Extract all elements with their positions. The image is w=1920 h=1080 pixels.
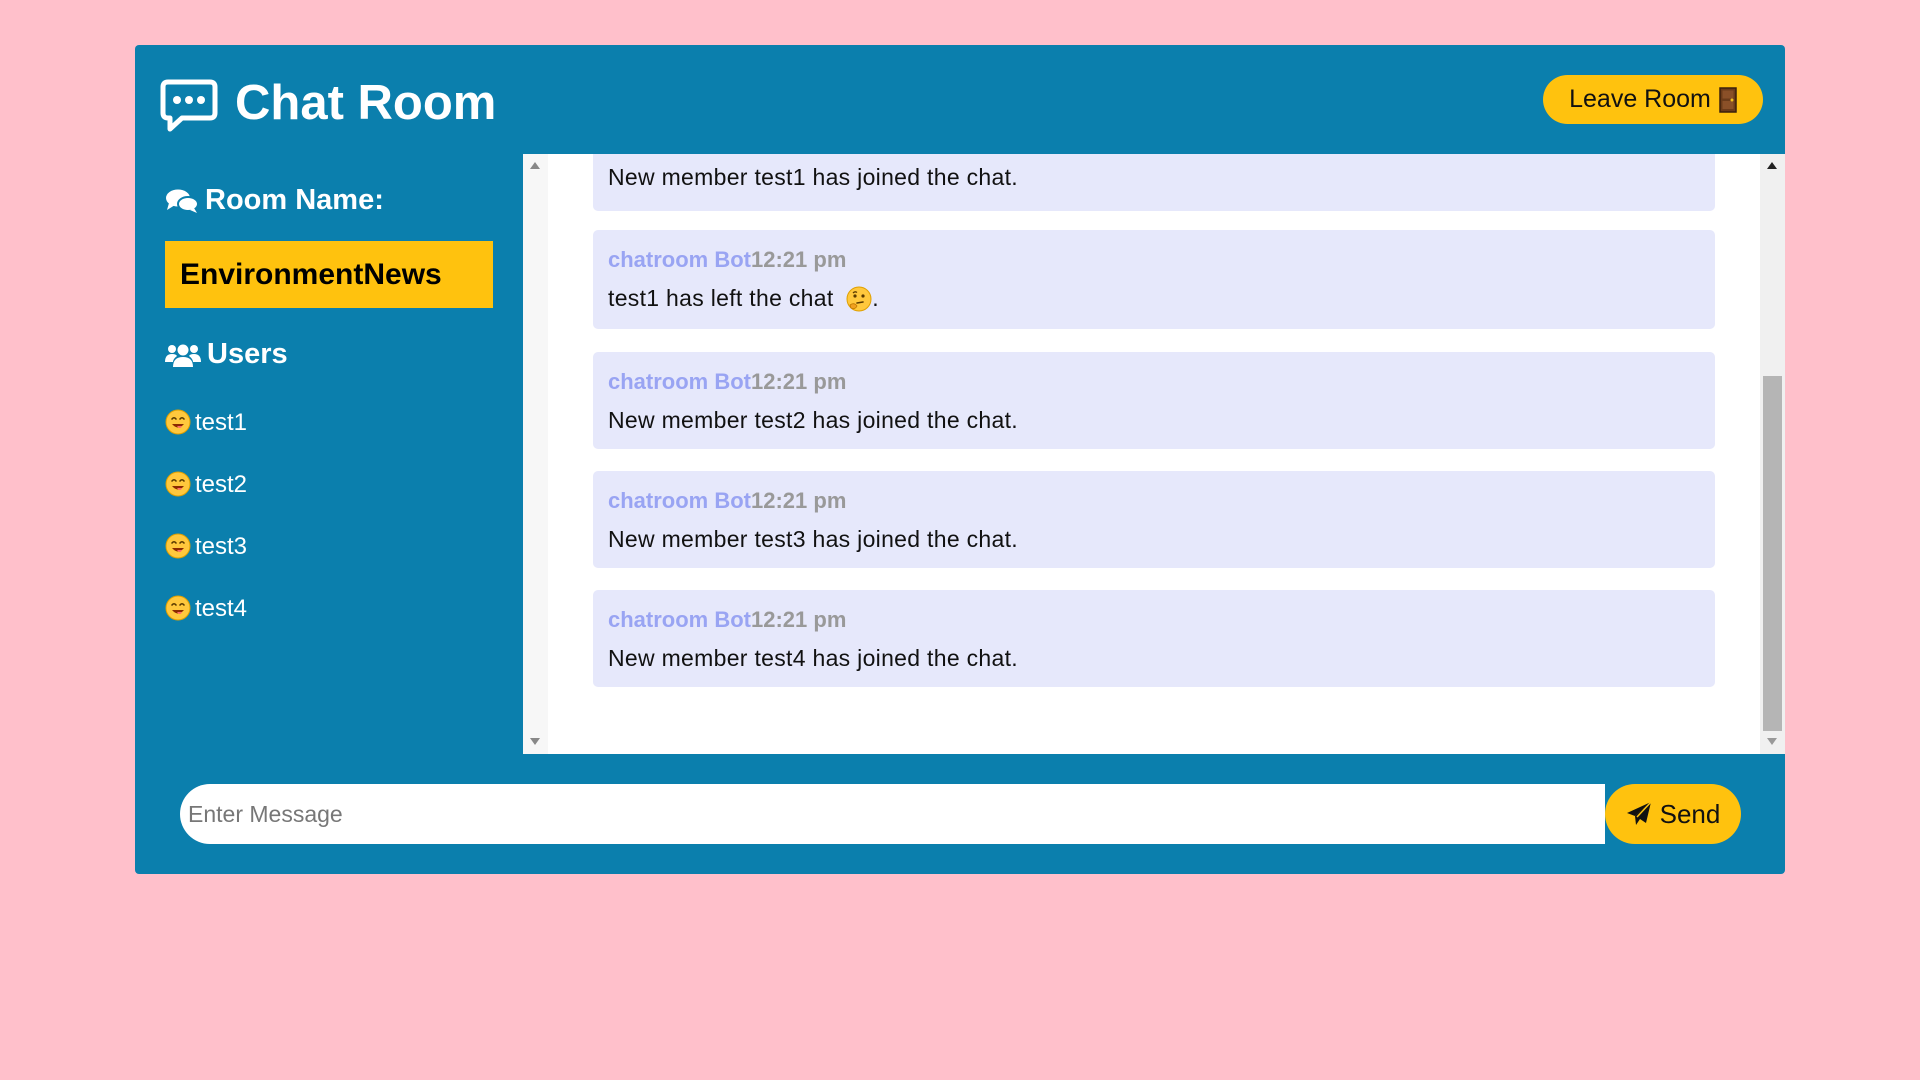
message-text: New member test2 has joined the chat. bbox=[608, 407, 1018, 433]
message-text: New member test4 has joined the chat. bbox=[608, 645, 1018, 671]
message-item: New member test1 has joined the chat. bbox=[593, 154, 1715, 211]
message-text: New member test1 has joined the chat. bbox=[608, 164, 1018, 190]
chat-messages-panel[interactable]: New member test1 has joined the chat. ch… bbox=[523, 154, 1785, 754]
user-name: test3 bbox=[195, 533, 248, 560]
message-item: chatroom Bot12:21 pm New member test2 ha… bbox=[593, 352, 1715, 449]
leave-room-label: Leave Room bbox=[1569, 85, 1711, 113]
user-name: test1 bbox=[195, 409, 248, 436]
room-name-value: EnvironmentNews bbox=[165, 241, 493, 308]
app-title: Chat Room bbox=[235, 76, 497, 130]
message-text: New member test3 has joined the chat. bbox=[608, 526, 1018, 552]
left-scrollbar[interactable] bbox=[523, 154, 548, 754]
smiling-face-icon bbox=[165, 409, 191, 435]
send-label: Send bbox=[1659, 798, 1721, 829]
comments-icon bbox=[166, 189, 199, 213]
message-item: chatroom Bot12:21 pm New member test4 ha… bbox=[593, 590, 1715, 687]
message-meta: chatroom Bot12:21 pm bbox=[608, 488, 846, 514]
comment-dots-icon bbox=[160, 79, 218, 132]
message-sender: chatroom Bot bbox=[608, 369, 751, 394]
message-sender: chatroom Bot bbox=[608, 607, 751, 632]
smiling-face-icon bbox=[165, 595, 191, 621]
room-name-label: Room Name: bbox=[205, 184, 384, 216]
user-list: test1 test2 test3 test4 bbox=[165, 409, 247, 657]
message-time: 12:21 pm bbox=[751, 607, 847, 632]
paper-plane-icon bbox=[1626, 801, 1652, 825]
users-heading: Users bbox=[165, 338, 288, 371]
message-sender: chatroom Bot bbox=[608, 247, 751, 272]
message-text: test1 has left the chat bbox=[608, 285, 841, 311]
message-time: 12:21 pm bbox=[751, 247, 847, 272]
message-time: 12:21 pm bbox=[751, 488, 847, 513]
message-text-row: test1 has left the chat . bbox=[608, 285, 879, 312]
smiling-face-icon bbox=[165, 471, 191, 497]
room-name-heading: Room Name: bbox=[165, 184, 384, 217]
message-composer: Send bbox=[135, 754, 1785, 874]
user-item: test3 bbox=[165, 533, 247, 595]
message-input[interactable] bbox=[180, 784, 1605, 844]
thinking-face-icon bbox=[846, 286, 872, 311]
message-sender: chatroom Bot bbox=[608, 488, 751, 513]
users-icon bbox=[165, 344, 201, 367]
message-meta: chatroom Bot12:21 pm bbox=[608, 247, 846, 273]
user-item: test1 bbox=[165, 409, 247, 471]
user-item: test2 bbox=[165, 471, 247, 533]
scroll-up-arrow-icon[interactable] bbox=[1767, 162, 1777, 169]
scroll-down-arrow-icon[interactable] bbox=[530, 738, 540, 745]
message-meta: chatroom Bot12:21 pm bbox=[608, 369, 846, 395]
header: Chat Room Leave Room bbox=[135, 45, 1785, 154]
scroll-down-arrow-icon[interactable] bbox=[1767, 738, 1777, 745]
user-name: test4 bbox=[195, 595, 248, 622]
user-name: test2 bbox=[195, 471, 248, 498]
user-item: test4 bbox=[165, 595, 247, 657]
scrollbar-thumb[interactable] bbox=[1763, 376, 1782, 731]
right-scrollbar[interactable] bbox=[1760, 154, 1785, 754]
message-time: 12:21 pm bbox=[751, 369, 847, 394]
scroll-up-arrow-icon[interactable] bbox=[530, 162, 540, 169]
message-item: chatroom Bot12:21 pm test1 has left the … bbox=[593, 230, 1715, 329]
door-icon bbox=[1719, 86, 1737, 113]
send-button[interactable]: Send bbox=[1605, 784, 1741, 844]
chat-app: Chat Room Leave Room Room Name: Environm… bbox=[135, 45, 1785, 874]
smiling-face-icon bbox=[165, 533, 191, 559]
message-list: New member test1 has joined the chat. ch… bbox=[523, 154, 1785, 754]
message-meta: chatroom Bot12:21 pm bbox=[608, 607, 846, 633]
users-label: Users bbox=[207, 338, 288, 370]
leave-room-button[interactable]: Leave Room bbox=[1543, 75, 1763, 124]
message-item: chatroom Bot12:21 pm New member test3 ha… bbox=[593, 471, 1715, 568]
sidebar: Room Name: EnvironmentNews Users test1 t… bbox=[135, 154, 523, 799]
message-suffix: . bbox=[872, 285, 879, 311]
